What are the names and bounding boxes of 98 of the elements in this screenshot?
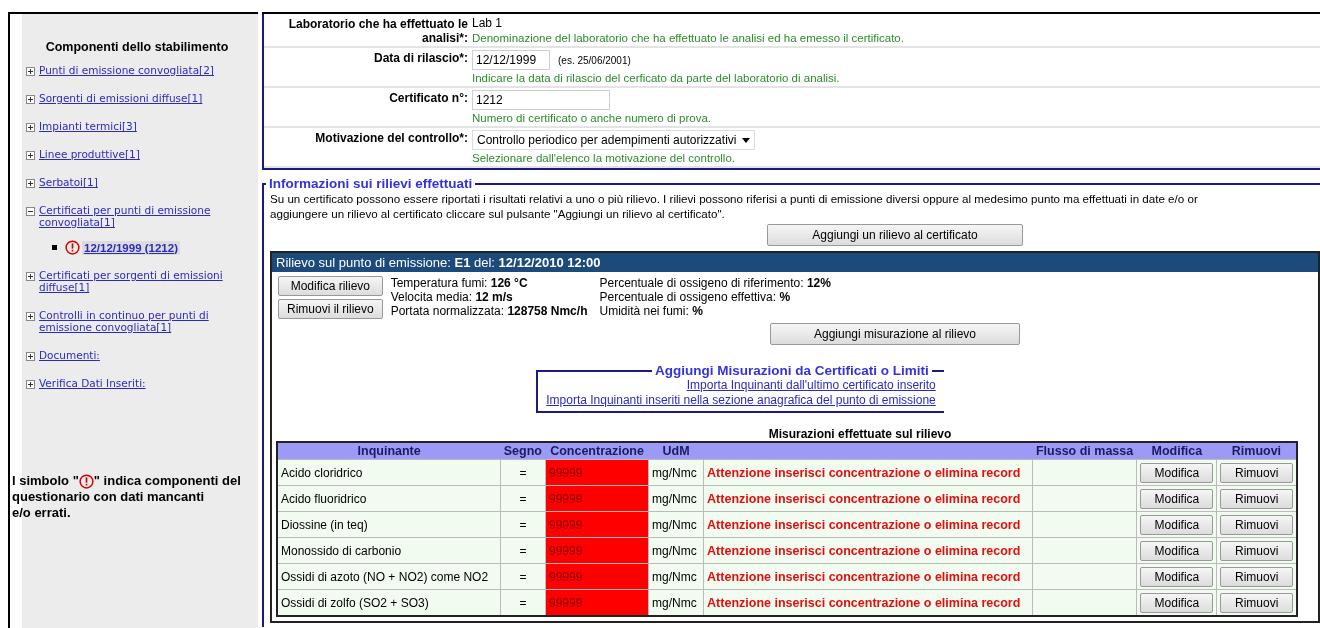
expand-icon[interactable] <box>26 179 35 188</box>
help-text: Denominazione del laboratorio che ha effettuato le analisi ed ha emesso il certificato. <box>472 32 905 44</box>
legend-text: questionario con dati mancanti e/o errati. <box>12 489 206 521</box>
collapse-icon[interactable] <box>26 207 35 216</box>
import-link[interactable]: Importa Inquinanti dall'ultimo certificato inserito <box>546 378 936 393</box>
section-legend: Aggiungi Misurazioni da Certificati o Limiti <box>652 363 932 378</box>
column-header: Modifica <box>1136 442 1217 460</box>
certificate-field[interactable]: 1212 <box>472 90 610 110</box>
edit-button[interactable]: Modifica <box>1140 566 1214 587</box>
edit-button[interactable]: Modifica <box>1140 592 1214 613</box>
table-caption: Misurazioni effettuate sul rilievo <box>767 427 953 441</box>
field-label: Certificato n°: <box>388 90 469 107</box>
concentration-cell: 99999 <box>545 563 649 590</box>
tree-link[interactable]: Linee produttive[1] <box>39 148 140 160</box>
tree-link[interactable]: Impianti termici[3] <box>39 120 137 132</box>
tree-link[interactable]: Documenti: <box>39 349 100 361</box>
edit-rilievo-button[interactable]: Modifica rilievo <box>278 276 383 296</box>
concentration-cell: 99999 <box>545 589 649 616</box>
unit-cell: mg/Nmc <box>648 459 704 486</box>
remove-button[interactable]: Rimuovi <box>1220 514 1293 535</box>
column-header: Rimuovi <box>1216 442 1297 460</box>
caret-icon[interactable] <box>742 137 751 143</box>
import-link[interactable]: Importa Inquinanti inseriti nella sezione anagrafica del punto di emissione <box>546 393 936 408</box>
concentration-cell: 99999 <box>545 511 649 538</box>
help-text: Selezionare dall'elenco la motivazione del controllo. <box>472 152 737 164</box>
tree-link[interactable]: 12/12/1999 (1212) <box>82 240 180 255</box>
pollutant-cell: Monossido di carbonio <box>277 537 501 564</box>
error-message: Attenzione inserisci concentrazione o elimina record <box>703 459 1033 486</box>
sign-cell: = <box>500 459 546 486</box>
description-text: aggiungere un rilievo al certificato cliccare sul pulsante "Aggiungi un rilievo al certificato". <box>270 206 726 221</box>
error-message: Attenzione inserisci concentrazione o elimina record <box>703 511 1033 538</box>
parameter-text: Velocita media: 12 m/s <box>390 290 514 304</box>
bullet-icon <box>52 245 57 250</box>
remove-button[interactable]: Rimuovi <box>1220 462 1293 483</box>
error-message: Attenzione inserisci concentrazione o elimina record <box>703 589 1033 616</box>
expand-icon[interactable] <box>26 380 35 389</box>
edit-button[interactable]: Modifica <box>1140 462 1214 483</box>
remove-button[interactable]: Rimuovi <box>1220 540 1293 561</box>
add-rilievo-button[interactable]: Aggiungi un rilievo al certificato <box>767 224 1023 246</box>
field-label: Motivazione del controllo*: <box>314 130 469 147</box>
parameter-text: Portata normalizzata: 128758 Nmc/h <box>390 304 588 318</box>
tree-link[interactable]: Controlli in continuo per punti di emissione convogliata[1] <box>39 309 252 333</box>
tree-link[interactable]: Sorgenti di emissioni diffuse[1] <box>39 92 203 104</box>
concentration-cell: 99999 <box>545 459 649 486</box>
edit-button[interactable]: Modifica <box>1140 540 1214 561</box>
expand-icon[interactable] <box>26 95 35 104</box>
expand-icon[interactable] <box>26 151 35 160</box>
column-header: UdM <box>648 442 704 460</box>
remove-button[interactable]: Rimuovi <box>1220 488 1293 509</box>
expand-icon[interactable] <box>26 272 35 281</box>
error-message: Attenzione inserisci concentrazione o elimina record <box>703 485 1033 512</box>
tree-link[interactable]: Punti di emissione convogliata[2] <box>39 64 214 76</box>
parameter-text: Percentuale di ossigeno di riferimento: 12% <box>599 276 831 290</box>
tree-link[interactable]: Certificati per punti di emissione convogliata[1] <box>39 204 252 228</box>
legend-text: " indica componenti del <box>93 473 241 489</box>
column-header: Concentrazione <box>545 442 649 460</box>
warning-icon <box>78 473 94 489</box>
expand-icon[interactable] <box>26 67 35 76</box>
expand-icon[interactable] <box>26 123 35 132</box>
expand-icon[interactable] <box>26 312 35 321</box>
date-example: (es. 25/06/2001) <box>558 55 631 66</box>
pollutant-cell: Ossidi di azoto (NO + NO2) come NO2 <box>277 563 501 590</box>
tree-link[interactable]: Verifica Dati Inseriti: <box>39 377 146 389</box>
column-header: Flusso di massa <box>1032 442 1137 460</box>
parameter-text: Umidità nei fumi: % <box>599 304 704 318</box>
concentration-cell: 99999 <box>545 537 649 564</box>
parameter-text: Percentuale di ossigeno effettiva: % <box>599 290 792 304</box>
field-label: Data di rilascio*: <box>372 50 469 67</box>
column-header: Inquinante <box>277 442 501 460</box>
pollutant-cell: Diossine (in teq) <box>277 511 501 538</box>
pollutant-cell: Acido cloridrico <box>277 459 501 486</box>
help-text: Indicare la data di rilascio del cerficato da parte del laboratorio di analisi. <box>472 72 841 84</box>
concentration-cell: 99999 <box>545 485 649 512</box>
column-header: Segno <box>500 442 546 460</box>
remove-button[interactable]: Rimuovi <box>1220 566 1293 587</box>
sidebar-title: Componenti dello stabilimento <box>44 40 230 54</box>
pollutant-cell: Acido fluoridrico <box>277 485 501 512</box>
expand-icon[interactable] <box>26 352 35 361</box>
date-field[interactable]: 12/12/1999 <box>472 50 550 70</box>
help-text: Numero di certificato o anche numero di prova. <box>472 112 713 124</box>
pollutant-cell: Ossidi di zolfo (SO2 + SO3) <box>277 589 501 616</box>
edit-button[interactable]: Modifica <box>1140 514 1214 535</box>
error-message: Attenzione inserisci concentrazione o elimina record <box>703 563 1033 590</box>
field-label: Laboratorio che ha effettuato le analisi*: <box>287 16 469 46</box>
section-legend: Informazioni sui rilievi effettuati <box>266 176 476 191</box>
rilievo-header: Rilievo sul punto di emissione: E1 del: 12/12/2010 12:00 <box>272 253 1318 272</box>
motivation-select[interactable]: Controllo periodico per adempimenti autorizzativi <box>472 130 756 150</box>
parameter-text: Temperatura fumi: 126 °C <box>390 276 529 290</box>
description-text: Su un certificato possono essere riportati i risultati relativi a uno o più rilievo. I rilievi possono riferisi a punti di emissione diversi oppure al medesimo punto ma effettuati in date e/o or <box>270 191 1199 206</box>
legend-text: l simbolo " <box>12 473 79 489</box>
edit-button[interactable]: Modifica <box>1140 488 1214 509</box>
add-measure-button[interactable]: Aggiungi misurazione al rilievo <box>770 323 1020 345</box>
lab-value: Lab 1 <box>472 16 503 30</box>
tree-link[interactable]: Certificati per sorgenti di emissioni diffuse[1] <box>39 269 252 293</box>
remove-button[interactable]: Rimuovi <box>1220 592 1293 613</box>
error-message: Attenzione inserisci concentrazione o elimina record <box>703 537 1033 564</box>
tree-link[interactable]: Serbatoi[1] <box>39 176 98 188</box>
remove-rilievo-button[interactable]: Rimuovi il rilievo <box>278 299 383 319</box>
